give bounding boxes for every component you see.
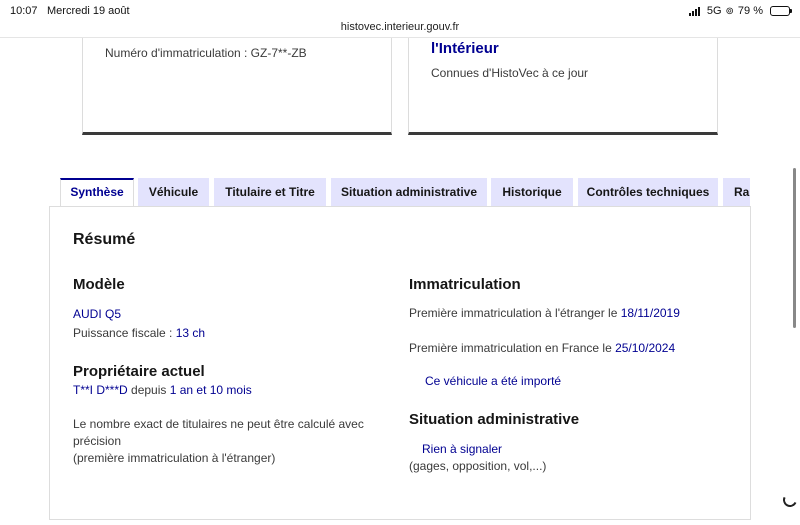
tab-bar: Synthèse Véhicule Titulaire et Titre Sit… xyxy=(60,178,750,207)
situation-heading: Situation administrative xyxy=(409,411,580,428)
puissance-fiscale: Puissance fiscale : 13 ch xyxy=(73,326,205,340)
battery-percentage: 79 % xyxy=(737,5,763,17)
tab-vehicule[interactable]: Véhicule xyxy=(138,178,209,206)
url-text: histovec.interieur.gouv.fr xyxy=(340,21,460,33)
modele-heading: Modèle xyxy=(73,276,125,293)
status-time: 10:07 xyxy=(10,5,38,17)
first-registration-france: Première immatriculation en France le 25… xyxy=(409,341,675,355)
tab-historique[interactable]: Historique xyxy=(491,178,573,206)
owner-depuis-label: depuis xyxy=(127,383,170,397)
info-card-subtitle: Connues d'HistoVec à ce jour xyxy=(431,66,589,80)
status-date: Mercredi 19 août xyxy=(47,5,130,17)
battery-icon xyxy=(770,6,792,16)
france-date: 25/10/2024 xyxy=(615,341,676,355)
first-registration-abroad: Première immatriculation à l'étranger le… xyxy=(409,306,680,320)
puissance-label: Puissance fiscale : xyxy=(73,326,176,340)
abroad-label: Première immatriculation à l'étranger le xyxy=(409,306,621,320)
situation-status-link[interactable]: Rien à signaler xyxy=(422,442,502,456)
plate-number: Numéro d'immatriculation : GZ-7**-ZB xyxy=(105,46,307,60)
tab-controles-techniques[interactable]: Contrôles techniques xyxy=(578,178,718,206)
status-indicators: 5G ⊚ 79 % xyxy=(688,5,792,17)
owner-note-line1: Le nombre exact de titulaires ne peut êt… xyxy=(73,417,364,431)
tab-titulaire-titre[interactable]: Titulaire et Titre xyxy=(214,178,326,206)
tab-situation-administrative[interactable]: Situation administrative xyxy=(331,178,487,206)
abroad-date: 18/11/2019 xyxy=(620,306,680,320)
france-label: Première immatriculation en France le xyxy=(409,341,616,355)
owner-note-line2: précision xyxy=(73,434,122,448)
network-label: 5G xyxy=(706,5,722,17)
synthese-panel: Résumé Modèle AUDI Q5 Puissance fiscale … xyxy=(49,206,751,520)
owner-duration: 1 an et 10 mois xyxy=(169,383,252,397)
signal-icon xyxy=(688,6,700,16)
imported-link[interactable]: Ce véhicule a été importé xyxy=(425,374,561,388)
page-scrollbar[interactable] xyxy=(793,168,796,328)
summary-title: Résumé xyxy=(73,231,136,248)
vehicle-model: AUDI Q5 xyxy=(73,307,122,321)
location-icon: ⊚ xyxy=(725,5,734,17)
plate-card: Numéro d'immatriculation : GZ-7**-ZB xyxy=(82,38,392,135)
proprietaire-heading: Propriétaire actuel xyxy=(73,363,205,380)
info-card: l'Intérieur Connues d'HistoVec à ce jour xyxy=(408,38,718,135)
puissance-value: 13 ch xyxy=(175,326,206,340)
tab-synthese[interactable]: Synthèse xyxy=(60,178,134,207)
loading-spinner-icon xyxy=(781,491,799,509)
immatriculation-heading: Immatriculation xyxy=(409,276,521,293)
address-bar[interactable]: histovec.interieur.gouv.fr xyxy=(0,19,800,37)
tab-rapport[interactable]: Rapport xyxy=(723,178,750,206)
owner-name: T**I D***D xyxy=(73,383,128,397)
situation-detail: (gages, opposition, vol,...) xyxy=(409,459,547,473)
owner-line: T**I D***D depuis 1 an et 10 mois xyxy=(73,383,252,397)
info-card-title: l'Intérieur xyxy=(431,40,499,57)
owner-note-line3: (première immatriculation à l'étranger) xyxy=(73,451,276,465)
